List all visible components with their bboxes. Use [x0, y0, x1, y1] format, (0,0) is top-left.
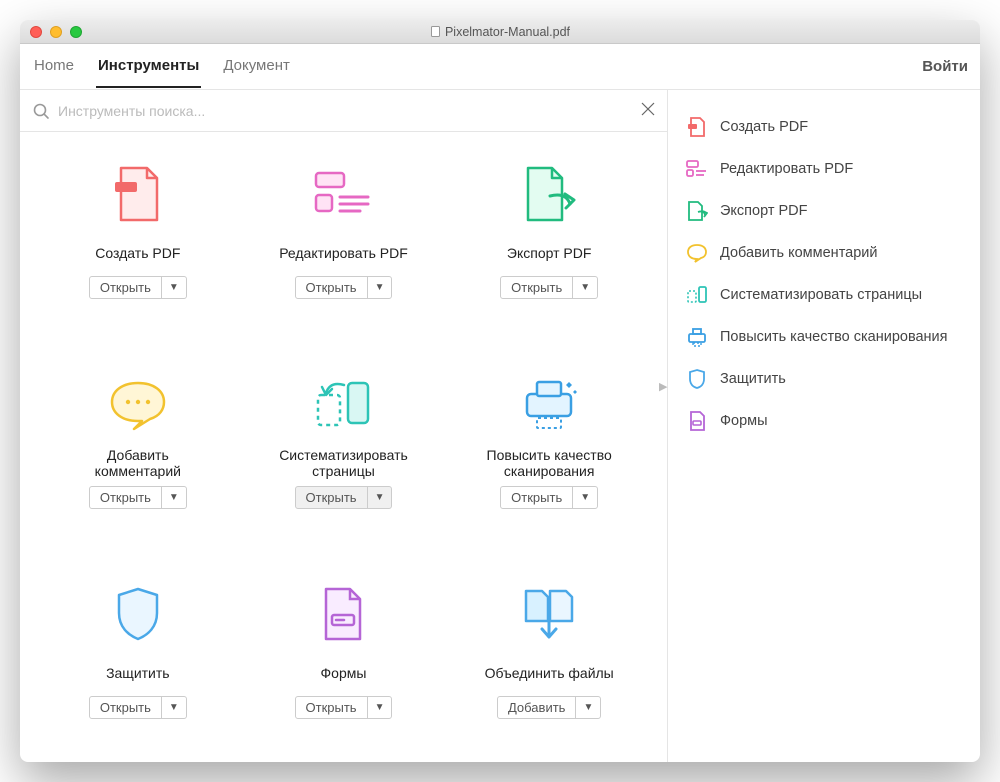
login-button[interactable]: Войти — [922, 58, 968, 75]
tool-export-pdf[interactable]: Экспорт PDF Открыть▼ — [451, 162, 647, 332]
sidebar-item-comment[interactable]: Добавить комментарий — [678, 232, 970, 274]
shield-icon — [113, 585, 163, 643]
tool-label: Экспорт PDF — [507, 236, 592, 270]
search-bar — [20, 90, 667, 132]
sidebar-item-edit[interactable]: Редактировать PDF — [678, 148, 970, 190]
main-panel: Создать PDF Открыть▼ — [20, 90, 668, 762]
document-icon — [430, 26, 441, 37]
sidebar-item-organize[interactable]: Систематизировать страницы — [678, 274, 970, 316]
tab-document[interactable]: Документ — [221, 45, 292, 88]
create-pdf-icon — [111, 164, 165, 224]
tool-label: Формы — [321, 656, 367, 690]
tool-label: Редактировать PDF — [279, 236, 408, 270]
forms-icon — [320, 585, 366, 643]
tool-label: Добавить комментарий — [65, 446, 210, 480]
tool-label: Повысить качество сканирования — [477, 446, 622, 480]
open-button[interactable]: Открыть▼ — [295, 696, 393, 719]
chevron-down-icon: ▼ — [573, 277, 597, 298]
organize-icon — [686, 284, 708, 306]
tool-organize-pages[interactable]: Систематизировать страницы Открыть▼ — [246, 372, 442, 542]
comment-icon — [686, 242, 708, 264]
export-pdf-icon — [520, 164, 578, 224]
clear-search-button[interactable] — [641, 100, 655, 121]
chevron-down-icon: ▼ — [368, 277, 392, 298]
chevron-down-icon: ▼ — [573, 487, 597, 508]
sidebar-item-label: Экспорт PDF — [720, 203, 808, 219]
tool-label: Защитить — [106, 656, 170, 690]
organize-icon — [312, 377, 374, 431]
search-icon — [32, 102, 50, 120]
add-button[interactable]: Добавить▼ — [497, 696, 601, 719]
edit-pdf-icon — [312, 169, 374, 219]
sidebar-item-export[interactable]: Экспорт PDF — [678, 190, 970, 232]
open-button[interactable]: Открыть▼ — [89, 276, 187, 299]
sidebar-item-label: Повысить качество сканирования — [720, 329, 948, 345]
open-button[interactable]: Открыть▼ — [295, 486, 393, 509]
tool-edit-pdf[interactable]: Редактировать PDF Открыть▼ — [246, 162, 442, 332]
tab-home[interactable]: Home — [32, 45, 76, 88]
combine-icon — [518, 585, 580, 643]
app-window: Pixelmator-Manual.pdf Home Инструменты Д… — [20, 20, 980, 762]
chevron-down-icon: ▼ — [162, 697, 186, 718]
sidebar-item-label: Редактировать PDF — [720, 161, 853, 177]
toolbar-tabs: Home Инструменты Документ — [32, 45, 292, 88]
tool-forms[interactable]: Формы Открыть▼ — [246, 582, 442, 752]
tool-comment[interactable]: Добавить комментарий Открыть▼ — [40, 372, 236, 542]
forms-icon — [686, 410, 708, 432]
open-button[interactable]: Открыть▼ — [89, 696, 187, 719]
sidebar-item-scan[interactable]: Повысить качество сканирования — [678, 316, 970, 358]
chevron-down-icon: ▼ — [162, 277, 186, 298]
tool-create-pdf[interactable]: Создать PDF Открыть▼ — [40, 162, 236, 332]
tool-label: Объединить файлы — [485, 656, 614, 690]
comment-icon — [108, 377, 168, 431]
sidebar-item-protect[interactable]: Защитить — [678, 358, 970, 400]
tools-grid: Создать PDF Открыть▼ — [20, 132, 667, 762]
sidebar-item-label: Создать PDF — [720, 119, 808, 135]
sidebar-item-label: Формы — [720, 413, 768, 429]
open-button[interactable]: Открыть▼ — [500, 276, 598, 299]
chevron-down-icon: ▼ — [576, 697, 600, 718]
scan-icon — [686, 326, 708, 348]
collapse-sidebar-button[interactable]: ▶ — [659, 380, 669, 396]
tool-label: Создать PDF — [95, 236, 180, 270]
sidebar-item-create[interactable]: Создать PDF — [678, 106, 970, 148]
sidebar-item-label: Добавить комментарий — [720, 245, 878, 261]
open-button[interactable]: Открыть▼ — [89, 486, 187, 509]
chevron-down-icon: ▼ — [368, 487, 392, 508]
scan-icon — [517, 376, 581, 432]
tool-enhance-scan[interactable]: Повысить качество сканирования Открыть▼ — [451, 372, 647, 542]
toolbar: Home Инструменты Документ Войти — [20, 44, 980, 90]
open-button[interactable]: Открыть▼ — [295, 276, 393, 299]
search-input[interactable] — [58, 103, 633, 119]
edit-pdf-icon — [686, 158, 708, 180]
export-pdf-icon — [686, 200, 708, 222]
tool-protect[interactable]: Защитить Открыть▼ — [40, 582, 236, 752]
tool-combine-files[interactable]: Объединить файлы Добавить▼ — [451, 582, 647, 752]
content-area: Создать PDF Открыть▼ — [20, 90, 980, 762]
open-button[interactable]: Открыть▼ — [500, 486, 598, 509]
tool-label: Систематизировать страницы — [271, 446, 416, 480]
sidebar-item-label: Систематизировать страницы — [720, 287, 922, 303]
sidebar-item-forms[interactable]: Формы — [678, 400, 970, 442]
shield-icon — [686, 368, 708, 390]
tab-tools[interactable]: Инструменты — [96, 45, 201, 88]
chevron-down-icon: ▼ — [162, 487, 186, 508]
create-pdf-icon — [686, 116, 708, 138]
sidebar-item-label: Защитить — [720, 371, 786, 387]
titlebar: Pixelmator-Manual.pdf — [20, 20, 980, 44]
sidebar: ▶ Создать PDF Редактировать PDF Экспорт … — [668, 90, 980, 762]
window-title: Pixelmator-Manual.pdf — [20, 25, 980, 39]
chevron-down-icon: ▼ — [368, 697, 392, 718]
